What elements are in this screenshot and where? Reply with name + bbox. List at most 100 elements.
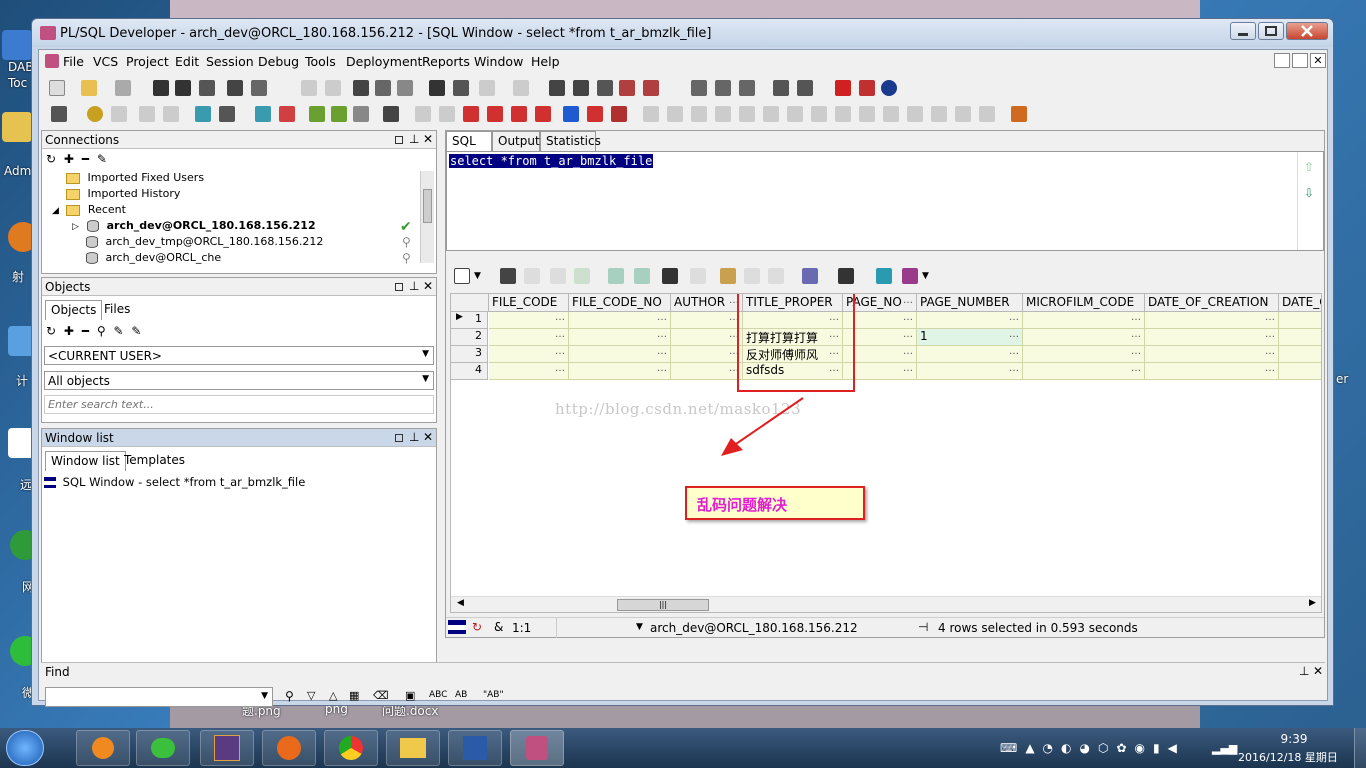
grid-cell[interactable]: … bbox=[671, 329, 743, 346]
edit-icon[interactable]: ✎ bbox=[131, 324, 141, 338]
taskbar-explorer-icon[interactable] bbox=[386, 730, 440, 766]
panel-close-icon[interactable]: ✕ bbox=[1313, 664, 1323, 678]
post-changes-icon[interactable] bbox=[574, 268, 590, 284]
tab-templates[interactable]: Templates bbox=[119, 451, 190, 471]
step-icon[interactable] bbox=[763, 106, 779, 122]
tree-item-connection[interactable]: arch_dev_tmp@ORCL_180.168.156.212 bbox=[86, 235, 323, 251]
key-icon[interactable] bbox=[51, 106, 67, 122]
menu-reports[interactable]: Reports bbox=[422, 54, 470, 69]
step-icon[interactable] bbox=[859, 106, 875, 122]
grid-cell[interactable]: 1… bbox=[917, 329, 1023, 346]
taskbar-media-player-icon[interactable] bbox=[76, 730, 130, 766]
pin-icon[interactable]: ⊥ bbox=[409, 279, 419, 293]
expand-icon[interactable]: ▷ bbox=[72, 222, 79, 232]
pin-icon[interactable]: ⊥ bbox=[409, 132, 419, 146]
tab-output[interactable]: Output bbox=[492, 131, 540, 151]
grid-cell[interactable]: … bbox=[1023, 363, 1145, 380]
menu-debug[interactable]: Debug bbox=[258, 54, 299, 69]
table-row[interactable]: ▶ 1 … … … … … … … … bbox=[451, 312, 1321, 329]
tab-sql[interactable]: SQL bbox=[446, 131, 492, 151]
tree-item-imported-history[interactable]: Imported History bbox=[66, 187, 180, 203]
step-icon[interactable] bbox=[739, 106, 755, 122]
pin-icon[interactable]: ⊥ bbox=[409, 430, 419, 444]
eraser-icon[interactable] bbox=[439, 106, 455, 122]
tray-icons[interactable]: ⌨▲◔◐◕⬡✿◉▮◀ bbox=[1000, 741, 1185, 755]
add-icon[interactable]: ✚ bbox=[64, 152, 74, 166]
lock-icon[interactable] bbox=[500, 268, 516, 284]
breakpoint-icon[interactable] bbox=[463, 106, 479, 122]
grid-cell[interactable]: … bbox=[489, 346, 569, 363]
refresh-icon[interactable]: ↻ bbox=[46, 324, 56, 338]
copy-icon[interactable] bbox=[375, 80, 391, 96]
find-input[interactable]: ▼ bbox=[45, 687, 273, 707]
scrollbar-thumb[interactable] bbox=[423, 189, 432, 223]
refresh-icon[interactable]: ↻ bbox=[46, 152, 56, 166]
object-search-input[interactable] bbox=[44, 395, 434, 414]
panel-float-button[interactable] bbox=[395, 136, 403, 144]
step-icon[interactable] bbox=[883, 106, 899, 122]
cascade-icon[interactable] bbox=[773, 80, 789, 96]
command-icon[interactable] bbox=[691, 80, 707, 96]
arrow-up-icon[interactable]: ⇧ bbox=[1304, 160, 1314, 174]
info-icon[interactable] bbox=[881, 80, 897, 96]
save-icon[interactable] bbox=[153, 80, 169, 96]
commit-icon[interactable] bbox=[139, 106, 155, 122]
save-as-icon[interactable] bbox=[175, 80, 191, 96]
grid-cell[interactable]: … bbox=[489, 312, 569, 329]
clock-date[interactable]: 2016/12/18 星期日 bbox=[1238, 749, 1338, 765]
sql-editor[interactable]: select *from t_ar_bmzlk_file ⇧ ⇩ bbox=[446, 151, 1324, 251]
rollback-icon[interactable] bbox=[163, 106, 179, 122]
column-header[interactable]: MICROFILM_CODE… bbox=[1023, 294, 1145, 312]
dropdown-arrow-icon[interactable]: ▼ bbox=[261, 691, 268, 701]
insert-record-icon[interactable] bbox=[524, 268, 540, 284]
print-preview-icon[interactable] bbox=[227, 80, 243, 96]
dropdown-arrow-icon[interactable]: ▼ bbox=[922, 271, 929, 281]
profile-icon[interactable] bbox=[535, 106, 551, 122]
grid-cell[interactable]: … bbox=[569, 312, 671, 329]
grid-cell[interactable]: … bbox=[671, 346, 743, 363]
filter-icon[interactable]: ✎ bbox=[113, 324, 123, 338]
step-icon[interactable] bbox=[931, 106, 947, 122]
grid-corner[interactable] bbox=[451, 294, 489, 312]
arrow-right-icon[interactable] bbox=[563, 106, 579, 122]
print-icon[interactable] bbox=[115, 80, 131, 96]
clock-time[interactable]: 9:39 bbox=[1262, 732, 1326, 746]
grid-cell[interactable]: … bbox=[489, 363, 569, 380]
signal-icon[interactable]: ▂▄▆ bbox=[1212, 742, 1237, 755]
step-icon[interactable] bbox=[787, 106, 803, 122]
grid-cell[interactable]: … bbox=[1145, 363, 1279, 380]
grid-cell[interactable]: … bbox=[1145, 312, 1279, 329]
taskbar-eclipse-icon[interactable] bbox=[200, 730, 254, 766]
menu-project[interactable]: Project bbox=[126, 54, 169, 69]
step-icon[interactable] bbox=[979, 106, 995, 122]
edit-icon[interactable]: ✎ bbox=[97, 152, 107, 166]
unindent-icon[interactable] bbox=[573, 80, 589, 96]
menu-tools[interactable]: Tools bbox=[305, 54, 336, 69]
redo-icon[interactable] bbox=[325, 80, 341, 96]
pin-icon[interactable]: ⊥ bbox=[1299, 664, 1309, 678]
taskbar-firefox-icon[interactable] bbox=[262, 730, 316, 766]
column-header[interactable]: FILE_CODE_NO… bbox=[569, 294, 671, 312]
grid-cell[interactable]: … bbox=[1023, 329, 1145, 346]
tab-statistics[interactable]: Statistics bbox=[540, 131, 601, 151]
filter-icon[interactable] bbox=[744, 268, 760, 284]
grid-cell[interactable]: … bbox=[1145, 329, 1279, 346]
sort-icon[interactable] bbox=[768, 268, 784, 284]
beautifier-icon[interactable] bbox=[331, 106, 347, 122]
find-icon[interactable]: ⚲ bbox=[285, 689, 294, 703]
panel-close-icon[interactable]: ✕ bbox=[423, 132, 433, 146]
grid-cell[interactable]: … bbox=[1023, 312, 1145, 329]
find-icon[interactable] bbox=[662, 268, 678, 284]
lock-icon[interactable] bbox=[1011, 106, 1027, 122]
column-header[interactable]: DATE_C bbox=[1279, 294, 1321, 312]
pdf-icon[interactable] bbox=[859, 80, 875, 96]
dropdown-arrow-icon[interactable]: ▼ bbox=[474, 271, 481, 281]
window-list-item[interactable]: SQL Window - select *from t_ar_bmzlk_fil… bbox=[42, 472, 436, 492]
taskbar-wechat-icon[interactable] bbox=[136, 730, 190, 766]
collapse-icon[interactable]: ◢ bbox=[52, 206, 59, 216]
table-row[interactable]: 4 … … … sdfsds… … … … … bbox=[451, 363, 1321, 380]
minimize-button[interactable] bbox=[1230, 22, 1256, 40]
dropdown-arrow-icon[interactable]: ▼ bbox=[636, 622, 643, 632]
command-window-icon[interactable] bbox=[219, 106, 235, 122]
wrench-icon[interactable] bbox=[383, 106, 399, 122]
